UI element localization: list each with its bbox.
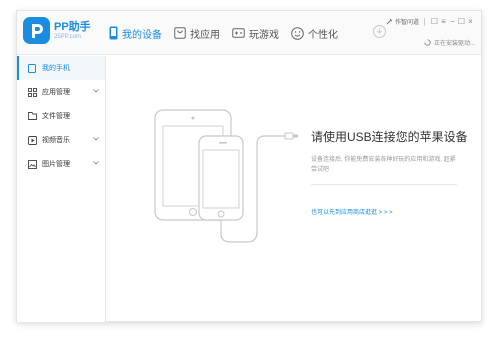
app-store-link[interactable]: 也可以先到应用商店逛逛 > > > — [311, 207, 393, 216]
maximize-button[interactable]: ☐ — [457, 17, 466, 26]
nav-my-devices[interactable]: 我的设备 — [109, 11, 162, 55]
phone-icon — [109, 26, 118, 40]
video-icon — [27, 135, 37, 145]
sidebar-item-file-management[interactable]: 文件管理 — [17, 104, 105, 128]
sidebar-item-my-phone[interactable]: 我的手机 — [17, 56, 105, 80]
sidebar: 我的手机 应用管理 文件管理 视频音乐 图片管理 — [17, 56, 106, 322]
nav-personalize-label: 个性化 — [308, 29, 338, 41]
driver-status: 正在安装驱动... — [424, 38, 475, 47]
feedback-link[interactable]: 作智问道 — [395, 17, 419, 26]
connect-description: 设备连接后, 你能免费安装各种好玩的应用和游戏, 赶紧尝试吧 — [311, 157, 456, 173]
sidebar-item-label: 我的手机 — [42, 65, 70, 72]
feedback-icon — [386, 18, 393, 25]
sidebar-item-label: 视频音乐 — [42, 137, 70, 144]
smiley-icon — [291, 26, 304, 40]
divider — [311, 184, 457, 185]
nav-play-games[interactable]: 玩游戏 — [232, 11, 279, 55]
gamepad-icon — [232, 28, 245, 38]
loading-icon — [424, 39, 431, 46]
chevron-down-icon — [93, 161, 99, 165]
app-window: PP助手 25PP.com 我的设备 找应用 玩游戏 个性化 作智问道 ☐ ≡ … — [16, 10, 482, 322]
sidebar-item-label: 文件管理 — [42, 113, 70, 120]
sidebar-item-label: 应用管理 — [42, 89, 70, 96]
status-text: 正在安装驱动... — [433, 41, 475, 47]
sidebar-item-app-management[interactable]: 应用管理 — [17, 80, 105, 104]
grid-icon — [27, 87, 37, 97]
header-bar: PP助手 25PP.com 我的设备 找应用 玩游戏 个性化 作智问道 ☐ ≡ … — [17, 11, 481, 55]
phone-outline-icon — [27, 63, 37, 73]
nav-find-apps[interactable]: 找应用 — [174, 11, 220, 55]
main-content: 请使用USB连接您的苹果设备 设备连接后, 你能免费安装各种好玩的应用和游戏, … — [107, 56, 482, 322]
download-icon[interactable] — [373, 25, 386, 38]
image-icon — [27, 159, 37, 169]
close-button[interactable]: × — [466, 17, 475, 26]
bag-icon — [174, 27, 186, 39]
sidebar-item-video-music[interactable]: 视频音乐 — [17, 128, 105, 152]
app-logo: PP助手 25PP.com — [23, 17, 91, 44]
nav-my-devices-label: 我的设备 — [122, 29, 162, 41]
sidebar-item-label: 图片管理 — [42, 161, 70, 168]
ipad-iphone-usb-illustration — [154, 109, 298, 243]
chevron-down-icon — [93, 89, 99, 93]
minimize-button[interactable]: − — [448, 17, 457, 26]
nav-personalize[interactable]: 个性化 — [291, 11, 338, 55]
connect-title: 请使用USB连接您的苹果设备 — [311, 130, 468, 144]
app-name: PP助手 — [54, 20, 91, 33]
nav-play-games-label: 玩游戏 — [249, 29, 279, 41]
skin-button[interactable]: ☐ — [430, 17, 439, 26]
sidebar-item-image-management[interactable]: 图片管理 — [17, 152, 105, 176]
menu-button[interactable]: ≡ — [439, 17, 448, 26]
chevron-down-icon — [93, 137, 99, 141]
nav-find-apps-label: 找应用 — [190, 29, 220, 41]
main-nav: 我的设备 找应用 玩游戏 个性化 — [109, 11, 350, 55]
title-bar-controls: 作智问道 ☐ ≡ − ☐ × — [386, 17, 475, 26]
divider — [424, 17, 425, 26]
folder-icon — [27, 111, 37, 121]
app-url: 25PP.com — [54, 33, 81, 40]
pp-logo-icon — [23, 17, 50, 44]
